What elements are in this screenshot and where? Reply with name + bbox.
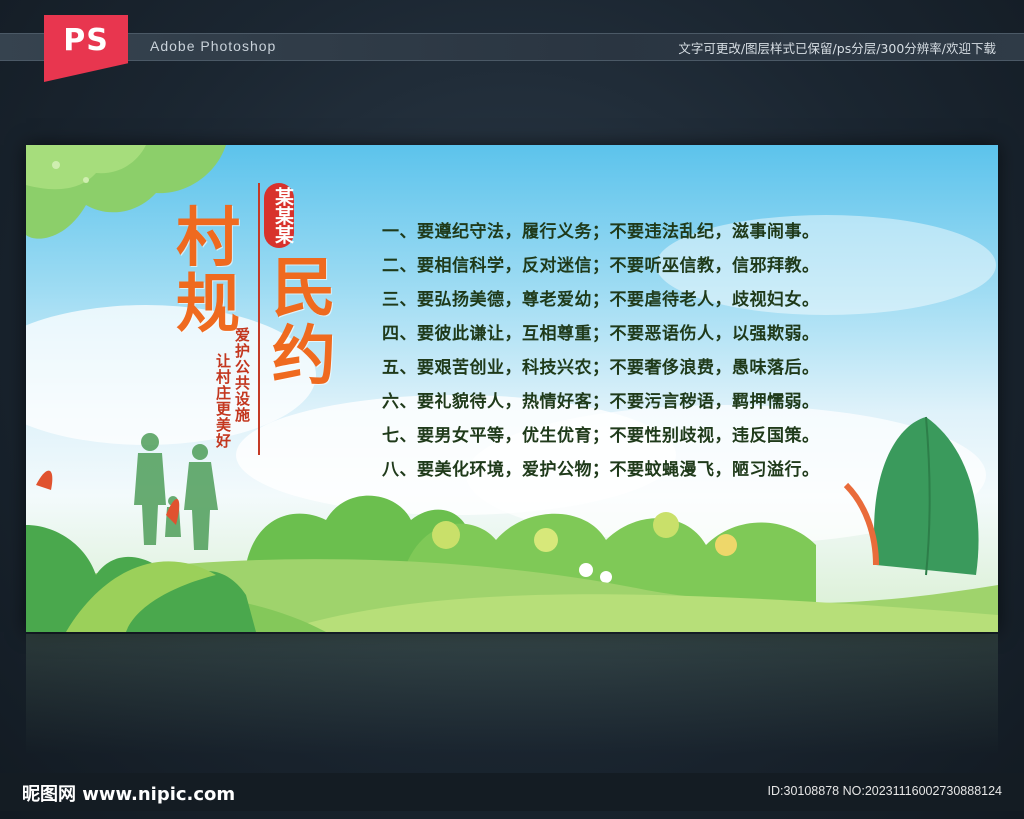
rule-item: 一、要遵纪守法，履行义务；不要违法乱纪，滋事闹事。 (382, 222, 820, 242)
top-note: 文字可更改/图层样式已保留/ps分层/300分辨率/欢迎下载 (678, 41, 996, 56)
subtitle-1: 爱护公共设施 (233, 327, 251, 423)
app-name: Adobe Photoshop (150, 38, 277, 54)
title-divider (258, 183, 260, 455)
rule-item: 二、要相信科学，反对迷信；不要听巫信教，信邪拜教。 (382, 256, 820, 276)
title-char-4: 约 (272, 319, 336, 394)
rule-item: 五、要艰苦创业，科技兴农；不要奢侈浪费，愚味落后。 (382, 358, 820, 378)
title-char-3: 民 (272, 251, 336, 326)
title-char-1: 村 (176, 201, 240, 276)
site-watermark: 昵图网 www.nipic.com (22, 784, 236, 805)
poster-banner: 村 规 民 约 某某某 爱护公共设施 让村庄更美好 一、要遵纪守法，履行义务；不… (26, 145, 998, 632)
village-tag: 某某某 (264, 183, 294, 248)
rules-list: 一、要遵纪守法，履行义务；不要违法乱纪，滋事闹事。 二、要相信科学，反对迷信；不… (382, 215, 820, 487)
rule-item: 六、要礼貌待人，热情好客；不要污言秽语，羁押懦弱。 (382, 392, 820, 412)
rule-item: 七、要男女平等，优生优育；不要性别歧视，违反国策。 (382, 426, 820, 446)
rule-item: 三、要弘扬美德，尊老爱幼；不要虐待老人，歧视妇女。 (382, 290, 820, 310)
image-id: ID:30108878 NO:20231116002730888124 (767, 784, 1002, 798)
rule-item: 八、要美化环境，爱护公物；不要蚊蝇漫飞，陋习溢行。 (382, 460, 820, 480)
rule-item: 四、要彼此谦让，互相尊重；不要恶语伤人，以强欺弱。 (382, 324, 820, 344)
title-char-2: 规 (176, 267, 240, 342)
subtitle-2: 让村庄更美好 (214, 353, 232, 449)
banner-reflection (26, 634, 998, 754)
ps-logo: PS (44, 15, 128, 82)
